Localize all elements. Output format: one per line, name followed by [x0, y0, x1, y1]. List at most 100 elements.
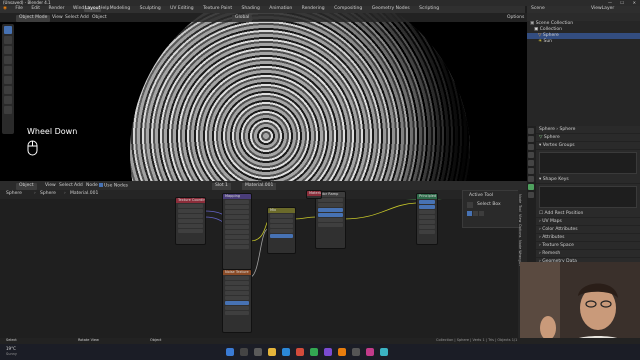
render-tab-icon[interactable]: [528, 136, 534, 142]
blender-taskbar-icon[interactable]: [338, 348, 346, 356]
tab-shading[interactable]: Shading: [241, 6, 261, 12]
3d-viewport[interactable]: [0, 13, 527, 181]
select-mode-icon[interactable]: [479, 211, 484, 216]
minimize-button[interactable]: —: [608, 1, 612, 5]
select-mode-icon[interactable]: [467, 211, 472, 216]
panel-uv-maps[interactable]: › UV Maps: [536, 218, 640, 226]
material-tab-icon[interactable]: [528, 192, 534, 198]
node-color-ramp[interactable]: Color Ramp: [315, 191, 346, 249]
shape-keys-list[interactable]: [539, 186, 637, 208]
annotate-icon[interactable]: [4, 86, 12, 94]
modifier-tab-icon[interactable]: [528, 176, 534, 182]
add-cube-icon[interactable]: [4, 106, 12, 114]
app-icon[interactable]: [310, 348, 318, 356]
blender-logo-icon[interactable]: ◉: [3, 6, 7, 12]
menu-render[interactable]: Render: [49, 6, 65, 12]
tab-node[interactable]: Node: [518, 194, 522, 203]
node-canvas[interactable]: Texture Coordinate Mapping Mix Noise Tex…: [0, 190, 527, 338]
prop-data-name: Sphere: [559, 127, 576, 132]
tab-layout[interactable]: Layout: [84, 6, 102, 12]
mesh-data-field[interactable]: ▽ Sphere: [536, 134, 640, 142]
tab-view[interactable]: View: [518, 214, 522, 222]
node-object-dropdown[interactable]: Object: [16, 183, 37, 190]
panel-color-attributes[interactable]: › Color Attributes: [536, 226, 640, 234]
tab-scripting[interactable]: Scripting: [418, 6, 440, 12]
vp-menu-select[interactable]: Select: [65, 15, 79, 21]
tab-rendering[interactable]: Rendering: [301, 6, 326, 12]
menu-edit[interactable]: Edit: [31, 6, 40, 12]
scene-selector[interactable]: Scene: [531, 6, 545, 12]
node-texture-coordinate[interactable]: Texture Coordinate: [175, 197, 206, 245]
tab-texture-paint[interactable]: Texture Paint: [202, 6, 233, 12]
material-slot-dropdown[interactable]: Slot 1: [212, 183, 231, 190]
ne-menu-select[interactable]: Select: [59, 183, 73, 189]
maximize-button[interactable]: ☐: [620, 1, 624, 5]
node-title: Mapping: [223, 194, 251, 199]
measure-icon[interactable]: [4, 96, 12, 104]
rotate-icon[interactable]: [4, 56, 12, 64]
edge-icon[interactable]: [282, 348, 290, 356]
panel-vertex-groups[interactable]: ▾ Vertex Groups: [536, 142, 640, 150]
node-material-output[interactable]: Material Output: [306, 190, 322, 199]
properties-breadcrumb: Sphere › Sphere: [536, 126, 640, 134]
vp-menu-object[interactable]: Object: [92, 15, 107, 21]
close-button[interactable]: ✕: [633, 1, 636, 5]
vp-menu-add[interactable]: Add: [80, 15, 89, 21]
node-principled-bsdf[interactable]: Principled BSDF: [416, 193, 438, 245]
app-icon[interactable]: [324, 348, 332, 356]
output-tab-icon[interactable]: [528, 144, 534, 150]
node-mapping[interactable]: Mapping: [222, 193, 252, 270]
panel-remesh[interactable]: › Remesh: [536, 250, 640, 258]
tool-tab-icon[interactable]: [528, 128, 534, 134]
options-dropdown[interactable]: Options: [507, 15, 524, 21]
view-layer-selector[interactable]: ViewLayer: [591, 6, 614, 12]
panel-attributes[interactable]: › Attributes: [536, 234, 640, 242]
tab-animation[interactable]: Animation: [268, 6, 293, 12]
tab-options[interactable]: Options: [518, 224, 522, 238]
node-mix[interactable]: Mix: [267, 207, 296, 254]
weather-temp[interactable]: 19°C: [6, 347, 16, 351]
file-explorer-icon[interactable]: [268, 348, 276, 356]
outliner-row[interactable]: ☀ Sun: [527, 39, 640, 45]
checkbox-add-rest-position[interactable]: ☐ Add Rest Position: [536, 210, 640, 218]
mesh-data-tab-icon[interactable]: [528, 184, 534, 190]
task-view-icon[interactable]: [254, 348, 262, 356]
vertex-groups-list[interactable]: [539, 152, 637, 174]
ne-menu-view[interactable]: View: [45, 183, 56, 189]
app-icon[interactable]: [296, 348, 304, 356]
tab-sculpting[interactable]: Sculpting: [139, 6, 162, 12]
transform-icon[interactable]: [4, 76, 12, 84]
select-box-icon[interactable]: [4, 26, 12, 34]
cursor-icon[interactable]: [4, 36, 12, 44]
select-box-icon[interactable]: [467, 202, 473, 208]
use-nodes-checkbox[interactable]: Use Nodes: [99, 183, 128, 189]
app-icon[interactable]: [366, 348, 374, 356]
app-icon[interactable]: [380, 348, 388, 356]
scale-icon[interactable]: [4, 66, 12, 74]
start-icon[interactable]: [226, 348, 234, 356]
node-noise-texture[interactable]: Noise Texture: [222, 269, 252, 333]
tab-compositing[interactable]: Compositing: [333, 6, 363, 12]
object-tab-icon[interactable]: [528, 168, 534, 174]
tab-tool[interactable]: Tool: [518, 205, 522, 212]
ne-menu-add[interactable]: Add: [74, 183, 83, 189]
tab-modeling[interactable]: Modeling: [109, 6, 131, 12]
panel-texture-space[interactable]: › Texture Space: [536, 242, 640, 250]
ne-menu-node[interactable]: Node: [86, 183, 98, 189]
active-tool-name: Select Box: [477, 202, 501, 207]
material-name-field[interactable]: Material.001: [242, 183, 277, 190]
select-mode-icon[interactable]: [473, 211, 478, 216]
tab-uv-editing[interactable]: UV Editing: [169, 6, 194, 12]
app-icon[interactable]: [352, 348, 360, 356]
breadcrumb-object: Sphere: [6, 191, 22, 196]
panel-shape-keys[interactable]: ▾ Shape Keys: [536, 176, 640, 184]
menu-file[interactable]: File: [15, 6, 23, 12]
scene-tab-icon[interactable]: [528, 152, 534, 158]
object-mode-dropdown[interactable]: Object Mode: [16, 15, 51, 22]
move-icon[interactable]: [4, 46, 12, 54]
transform-orientation-dropdown[interactable]: Global: [232, 15, 253, 22]
vp-menu-view[interactable]: View: [52, 15, 63, 21]
world-tab-icon[interactable]: [528, 160, 534, 166]
tab-geometry-nodes[interactable]: Geometry Nodes: [371, 6, 411, 12]
search-icon[interactable]: [240, 348, 248, 356]
